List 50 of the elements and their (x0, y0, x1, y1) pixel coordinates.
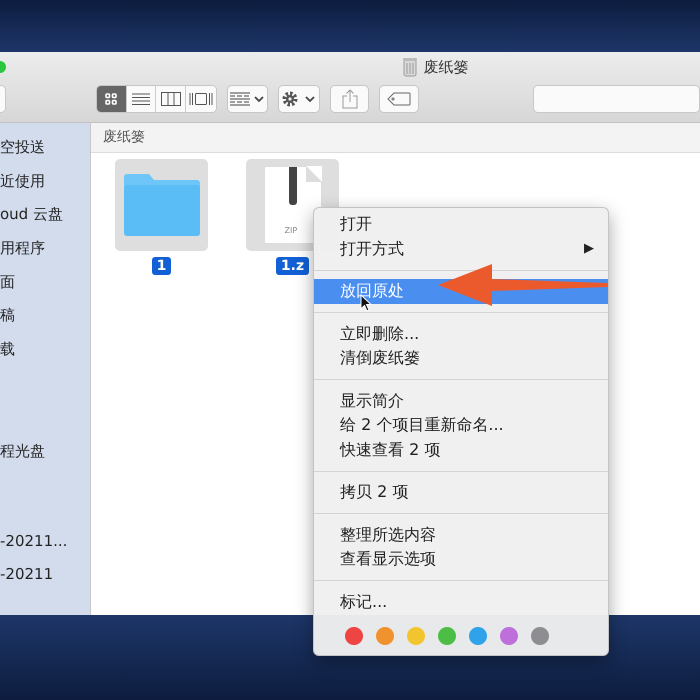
tag-color-dot[interactable] (407, 627, 425, 645)
arrange-button[interactable] (226, 85, 268, 113)
share-icon (342, 89, 358, 109)
menu-item[interactable]: 显示简介 (314, 388, 608, 413)
file-name[interactable]: 1 (152, 257, 172, 275)
sidebar-item[interactable]: 近使用 (0, 164, 90, 198)
file-icon-tile[interactable] (115, 159, 208, 251)
view-mode-segmented-control[interactable] (96, 85, 217, 113)
search-field[interactable] (533, 85, 700, 113)
grid-dropdown-icon (229, 92, 266, 106)
tag-color-dot[interactable] (531, 627, 549, 645)
tag-color-dot[interactable] (438, 627, 456, 645)
file-name[interactable]: 1.z (276, 257, 310, 275)
trash-can-icon (402, 57, 418, 77)
tag-color-dot[interactable] (500, 627, 518, 645)
back-button[interactable] (0, 85, 6, 113)
sidebar-item[interactable]: -20211... (0, 524, 90, 558)
zip-document-icon: ZIP (264, 166, 322, 244)
menu-item[interactable]: 整理所选内容 (314, 522, 608, 547)
sidebar-item[interactable]: -20211 (0, 558, 90, 592)
sidebar-item[interactable]: oud 云盘 (0, 198, 90, 232)
gallery-icon (188, 92, 213, 106)
menu-item[interactable]: 快速查看 2 项 (314, 438, 608, 462)
tag-color-dot[interactable] (345, 627, 363, 645)
path-bar: 废纸篓 (91, 123, 700, 153)
list-icon (132, 92, 150, 106)
sidebar-item[interactable]: 空投送 (0, 131, 90, 165)
sidebar-item[interactable]: 载 (0, 333, 90, 367)
sidebar-item[interactable]: 面 (0, 266, 90, 300)
sidebar-item[interactable]: 程光盘 (0, 434, 90, 468)
view-mode-button[interactable] (96, 86, 127, 112)
folder-icon (122, 173, 202, 237)
gear-dropdown-icon (280, 90, 317, 108)
menu-item[interactable]: 拷贝 2 项 (314, 480, 608, 504)
menu-item[interactable]: 给 2 个项目重新命名... (314, 413, 608, 438)
tag-button[interactable] (379, 85, 420, 113)
sidebar-item[interactable]: 用程序 (0, 232, 90, 266)
columns-icon (160, 92, 181, 106)
tag-color-dot[interactable] (469, 627, 487, 645)
sidebar-item[interactable]: 稿 (0, 299, 90, 334)
share-button[interactable] (330, 85, 370, 113)
tag-color-dot[interactable] (376, 627, 394, 645)
grid-icon (104, 92, 118, 106)
menu-item[interactable]: 标记... (314, 590, 608, 614)
window-title: 废纸篓 (424, 58, 468, 76)
action-menu-button[interactable] (278, 85, 320, 113)
menu-item[interactable]: 清倒废纸篓 (314, 346, 608, 370)
tag-icon (387, 92, 412, 106)
menu-item[interactable]: 查看显示选项 (314, 547, 608, 572)
menu-item[interactable]: 立即删除... (314, 322, 608, 346)
